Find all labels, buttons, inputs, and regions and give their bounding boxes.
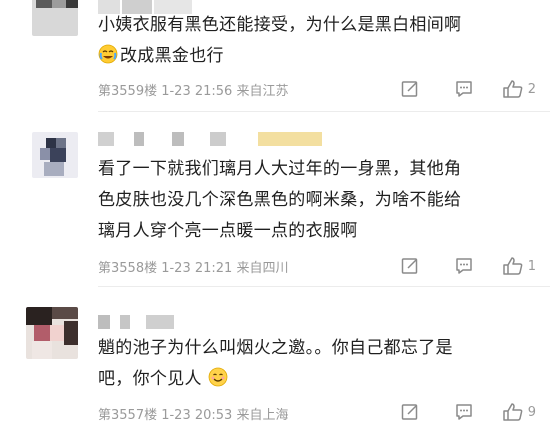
crying-laughing-emoji-icon <box>98 44 118 64</box>
comment-text-line: 魈的池子为什么叫烟火之邀。。你自己都忘了是 <box>98 338 453 358</box>
comment-actions: 2 <box>400 77 536 101</box>
like-icon <box>502 403 523 421</box>
avatar[interactable] <box>32 0 78 36</box>
avatar[interactable] <box>32 132 78 178</box>
edit-button[interactable] <box>400 79 420 99</box>
comment-text-line: 璃月人穿个亮一点暖一点的衣服啊 <box>98 221 358 241</box>
username[interactable] <box>98 128 328 150</box>
like-button[interactable]: 9 <box>502 402 536 422</box>
comment-item: 看了一下就我们璃月人大过年的一身黑，其他角 色皮肤也没几个深色黑色的啊米桑，为啥… <box>0 112 550 287</box>
like-count: 2 <box>527 81 536 97</box>
comment-meta: 第3557楼 1-23 20:53 来自上海 <box>98 408 289 423</box>
edit-icon <box>401 404 417 420</box>
comment-item: 魈的池子为什么叫烟火之邀。。你自己都忘了是 吧，你个见人 第3557楼 1-23… <box>0 287 550 431</box>
like-count: 9 <box>527 404 536 420</box>
comment-item: 小姨衣服有黑色还能接受，为什么是黑白相间啊 改成黑金也行 第3559楼 1-23… <box>0 0 550 112</box>
comment-text-line: 改成黑金也行 <box>120 46 224 66</box>
comment-actions: 9 <box>400 400 536 424</box>
comment-button[interactable] <box>454 256 474 276</box>
comment-meta: 第3559楼 1-23 21:56 来自江苏 <box>98 84 289 99</box>
username[interactable] <box>98 311 218 333</box>
comment-text-line: 吧，你个见人 <box>98 369 202 389</box>
comment-text-line: 色皮肤也没几个深色黑色的啊米桑，为啥不能给 <box>98 190 462 210</box>
like-button[interactable]: 1 <box>502 256 536 276</box>
like-icon <box>502 80 523 98</box>
like-button[interactable]: 2 <box>502 79 536 99</box>
comment-text-line: 小姨衣服有黑色还能接受，为什么是黑白相间啊 <box>98 15 462 35</box>
smiling-emoji-icon <box>208 367 227 387</box>
comment-text: 小姨衣服有黑色还能接受，为什么是黑白相间啊 改成黑金也行 <box>98 10 538 72</box>
edit-button[interactable] <box>400 256 420 276</box>
comment-meta: 第3558楼 1-23 21:21 来自四川 <box>98 261 289 276</box>
comment-icon <box>455 258 472 274</box>
like-icon <box>502 257 523 275</box>
comment-button[interactable] <box>454 402 474 422</box>
like-count: 1 <box>527 258 536 274</box>
edit-icon <box>401 81 417 97</box>
comment-icon <box>455 404 472 420</box>
comment-text: 看了一下就我们璃月人大过年的一身黑，其他角 色皮肤也没几个深色黑色的啊米桑，为啥… <box>98 154 538 247</box>
comment-actions: 1 <box>400 254 536 278</box>
edit-icon <box>401 258 417 274</box>
comment-button[interactable] <box>454 79 474 99</box>
comment-text: 魈的池子为什么叫烟火之邀。。你自己都忘了是 吧，你个见人 <box>98 333 538 395</box>
edit-button[interactable] <box>400 402 420 422</box>
comment-text-line: 看了一下就我们璃月人大过年的一身黑，其他角 <box>98 159 462 179</box>
comment-icon <box>455 81 472 97</box>
avatar[interactable] <box>26 307 78 359</box>
